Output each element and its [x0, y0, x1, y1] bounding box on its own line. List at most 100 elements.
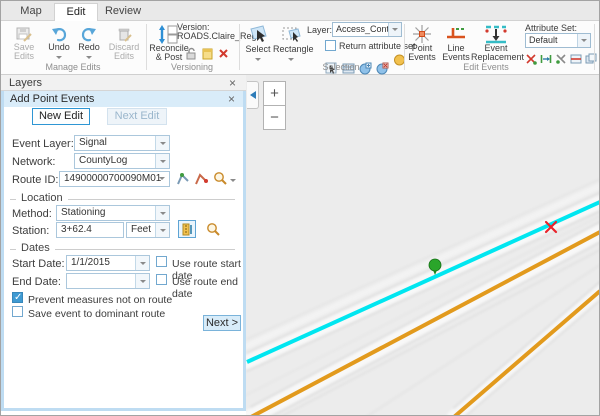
new-version-icon[interactable] — [201, 47, 214, 60]
zoom-out-button[interactable]: − — [263, 105, 286, 130]
next-edit-button[interactable]: Next Edit — [107, 108, 167, 125]
use-route-end-date-checkbox[interactable] — [156, 274, 167, 285]
event-layer-combobox[interactable]: Signal — [74, 135, 170, 151]
close-icon[interactable]: × — [229, 77, 236, 89]
dropdown-arrow-icon[interactable] — [155, 223, 169, 237]
station-units-combobox[interactable]: Feet — [126, 222, 170, 238]
save-edits-button[interactable]: Save Edits — [5, 25, 43, 61]
redo-button[interactable]: Redo — [75, 25, 103, 61]
zoom-in-button[interactable]: + — [263, 81, 286, 106]
point-events-button[interactable]: Point Events — [407, 24, 437, 62]
undo-button[interactable]: Undo — [45, 25, 73, 61]
use-route-start-date-checkbox[interactable] — [156, 256, 167, 267]
save-edits-icon — [15, 25, 33, 43]
network-combobox[interactable]: CountyLog — [74, 153, 170, 169]
group-label-edit-events: Edit Events — [431, 62, 541, 72]
dropdown-arrow-icon[interactable] — [155, 154, 169, 168]
discard-edits-icon — [115, 25, 133, 43]
dropdown-arrow-icon[interactable] — [577, 34, 590, 47]
group-label-versioning: Versioning — [147, 62, 237, 72]
dropdown-caret-icon[interactable] — [86, 56, 92, 59]
new-edit-button[interactable]: New Edit — [32, 108, 90, 125]
offset-event-icon[interactable] — [540, 53, 552, 65]
end-date-label: End Date: — [12, 276, 61, 288]
group-label-selection: Selection — [291, 62, 391, 72]
versioning-tools — [185, 47, 230, 60]
snap-event-icon[interactable] — [555, 53, 567, 65]
station-label: Station: — [12, 225, 49, 237]
pick-route-icon[interactable] — [176, 172, 190, 186]
dropdown-caret-icon[interactable] — [288, 58, 294, 61]
line-events-button[interactable]: Line Events — [441, 24, 471, 62]
ribbon-tab-strip: Map Edit Review — [1, 1, 599, 21]
group-separator — [404, 24, 405, 70]
close-icon[interactable]: × — [228, 93, 235, 105]
zoom-to-route-icon — [213, 171, 228, 186]
group-separator — [594, 24, 595, 70]
attribute-set-label: Attribute Set: — [525, 23, 577, 33]
event-layer-label: Event Layer: — [12, 138, 74, 150]
attribute-set-combobox[interactable]: Default — [525, 33, 591, 48]
ribbon: Save Edits Undo Redo Discard Edits Manag… — [1, 21, 599, 75]
undo-icon — [50, 25, 68, 43]
redo-icon — [80, 25, 98, 43]
point-events-icon — [412, 24, 432, 44]
save-dominant-route-checkbox[interactable] — [12, 306, 23, 317]
unlock-icon[interactable] — [185, 47, 198, 60]
dropdown-arrow-icon[interactable] — [155, 206, 169, 220]
dropdown-arrow-icon[interactable] — [135, 274, 149, 288]
location-legend: Location — [16, 192, 68, 204]
start-date-label: Start Date: — [12, 258, 65, 270]
map-view[interactable]: + − — [246, 75, 600, 416]
dropdown-arrow-icon[interactable] — [155, 136, 169, 150]
layers-panel-title: Layers — [9, 77, 42, 89]
dates-legend: Dates — [16, 242, 55, 254]
pick-route-red-icon[interactable] — [194, 172, 208, 186]
map-canvas — [246, 75, 600, 416]
event-window-icon[interactable] — [570, 53, 582, 65]
pane-titlebar[interactable]: Add Point Events × — [4, 91, 243, 107]
prevent-measures-label: Prevent measures not on route — [28, 294, 172, 306]
dropdown-caret-icon[interactable] — [159, 177, 165, 180]
dropdown-caret-icon[interactable] — [56, 56, 62, 59]
zoom-to-route-button[interactable] — [213, 171, 236, 189]
start-date-combobox[interactable]: 1/1/2015 — [66, 255, 150, 271]
next-button[interactable]: Next > — [203, 315, 241, 331]
save-dominant-route-label: Save event to dominant route — [28, 308, 165, 320]
rectangle-tool-button[interactable]: Rectangle — [273, 24, 309, 63]
prevent-measures-checkbox[interactable] — [12, 292, 23, 303]
end-date-combobox[interactable] — [66, 273, 150, 289]
copy-events-icon[interactable] — [585, 53, 597, 65]
pick-station-icon — [181, 223, 194, 236]
tab-edit[interactable]: Edit — [54, 3, 98, 21]
group-separator — [239, 24, 240, 70]
station-input[interactable]: 3+62.4 — [56, 222, 124, 238]
use-route-end-date-label: Use route end date — [172, 276, 243, 300]
select-button[interactable]: Select — [243, 24, 273, 63]
rectangle-select-icon — [281, 24, 302, 45]
application-window: Map Edit Review Save Edits Undo Redo Dis… — [0, 0, 600, 416]
dropdown-arrow-icon[interactable] — [135, 256, 149, 270]
method-label: Method: — [12, 208, 52, 220]
add-point-events-pane: Add Point Events × New Edit Next Edit Ev… — [1, 91, 246, 411]
collapse-pane-button[interactable] — [247, 81, 259, 109]
event-replacement-button[interactable]: Event Replacement — [471, 24, 521, 62]
pick-station-button[interactable] — [178, 220, 196, 238]
delete-version-icon[interactable] — [217, 47, 230, 60]
zoom-to-station-icon[interactable] — [206, 222, 221, 237]
route-id-combobox[interactable]: 14900000700090M01 — [59, 171, 170, 187]
group-label-manage-edits: Manage Edits — [21, 62, 125, 72]
discard-edits-button[interactable]: Discard Edits — [103, 25, 145, 61]
layer-combobox[interactable]: Access_Control — [332, 22, 402, 37]
tab-map[interactable]: Map — [9, 3, 53, 21]
pane-title: Add Point Events — [10, 93, 94, 105]
layers-panel-header[interactable]: Layers × — [1, 75, 246, 91]
dropdown-caret-icon[interactable] — [255, 58, 261, 61]
event-replacement-icon — [483, 24, 509, 44]
return-attribute-set-checkbox[interactable] — [325, 40, 336, 51]
map-background — [246, 75, 600, 416]
tab-review[interactable]: Review — [99, 3, 147, 21]
dropdown-arrow-icon[interactable] — [388, 23, 401, 36]
method-combobox[interactable]: Stationing — [56, 205, 170, 221]
dropdown-caret-icon — [230, 179, 236, 182]
